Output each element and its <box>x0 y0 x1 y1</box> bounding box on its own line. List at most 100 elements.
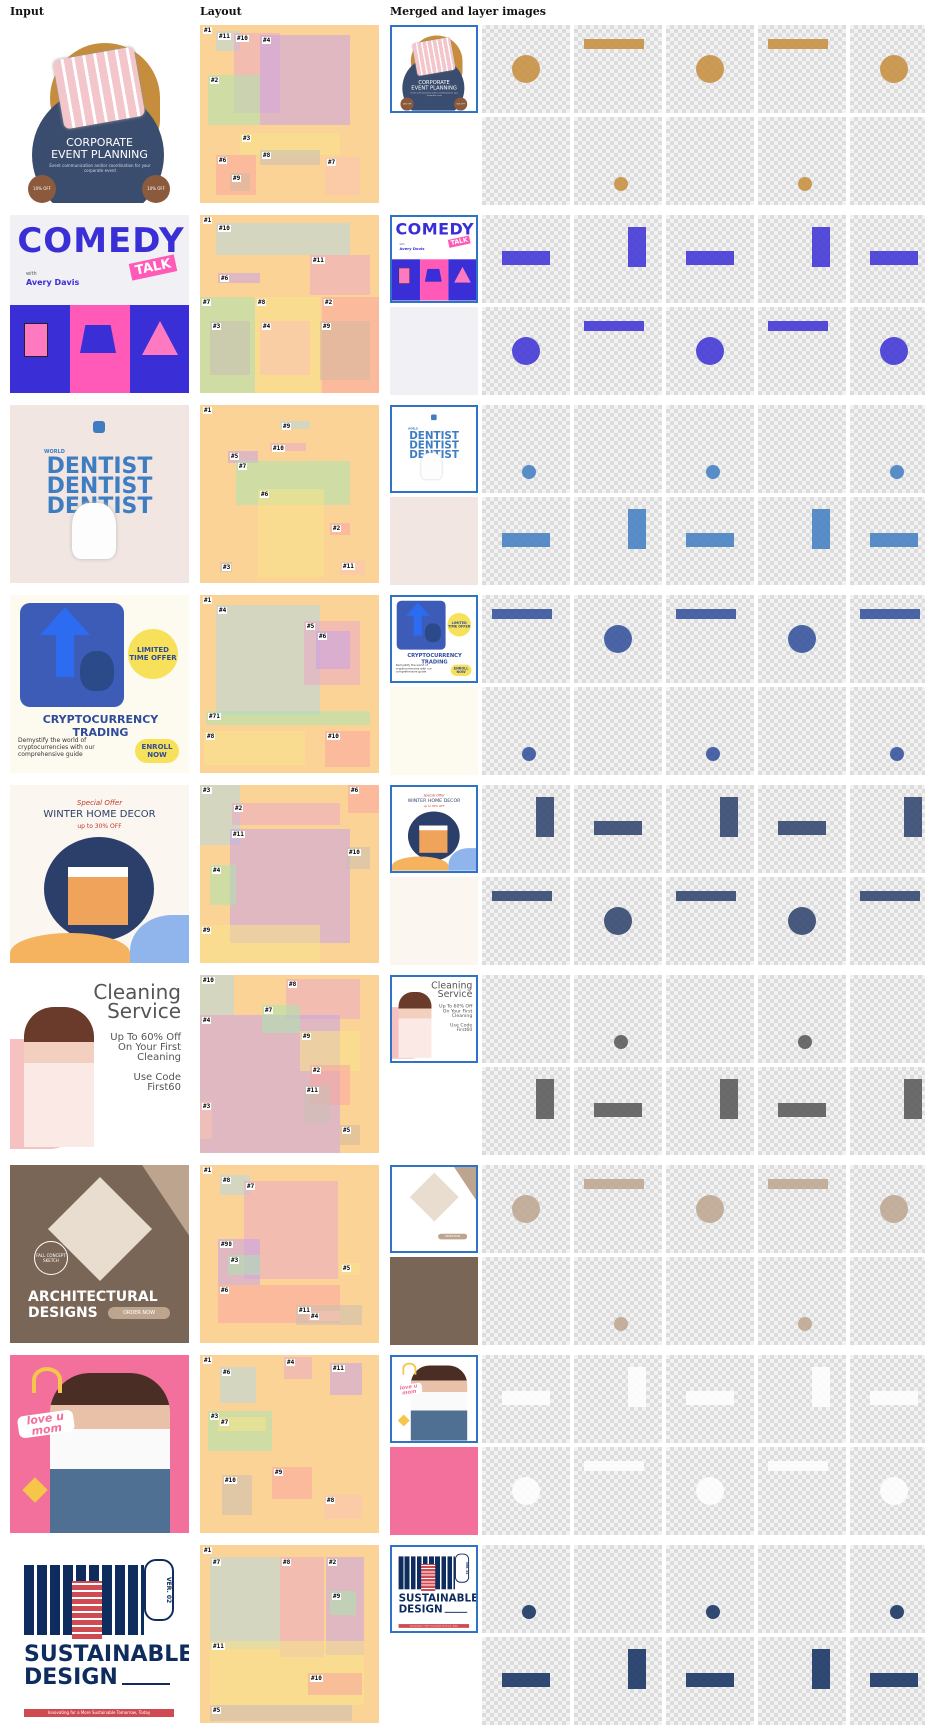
layer-element <box>904 797 922 837</box>
background-layer <box>390 1637 478 1725</box>
special-offer: Special Offer <box>423 793 445 798</box>
merged-thumbnail: love u mom <box>390 1355 478 1443</box>
layer-image <box>758 1447 846 1535</box>
layer-image <box>850 975 925 1063</box>
character-trapezoid <box>80 325 116 353</box>
layer-image <box>850 1257 925 1345</box>
layer-image <box>482 595 570 683</box>
layer-tag: #7 <box>238 463 248 470</box>
layer-tag: #7 <box>208 713 218 720</box>
background-layer <box>390 1447 478 1535</box>
layout-box <box>232 803 340 825</box>
layer-tag: #10 <box>310 1675 323 1682</box>
layout-box <box>200 925 320 963</box>
layer-element <box>584 39 644 49</box>
tooth-illustration <box>421 453 442 480</box>
cleaning-offer: Up To 60% Off On Your First Cleaning <box>110 1032 181 1063</box>
layer-element <box>686 1391 734 1405</box>
merged-render: COMEDY TALK with Avery Davis <box>392 217 476 301</box>
layer-image <box>758 307 846 395</box>
example-row-crypto: LIMITED TIME OFFER CRYPTOCURRENCY TRADING… <box>0 595 925 775</box>
layer-image <box>666 1165 754 1253</box>
layer-tag: #3 <box>230 1257 240 1264</box>
layer-image <box>758 1067 846 1155</box>
layer-element <box>686 533 734 547</box>
merged-render: Special Offer WINTER HOME DECOR up to 30% … <box>392 787 476 871</box>
example-row-cleaning: Cleaning Service Up To 60% Off On Your Fi… <box>0 975 925 1155</box>
layer-tag: #10 <box>327 733 340 740</box>
layer-image <box>850 687 925 775</box>
example-row-architect: FALL CONCEPT SKETCH ARCHITECTURAL DESIGNS… <box>0 1165 925 1345</box>
layer-tag: #10 <box>224 1477 237 1484</box>
calendar-illustration <box>411 37 456 77</box>
layer-element <box>492 891 552 901</box>
layer-tag: #8 <box>257 299 267 306</box>
layer-element <box>860 609 920 619</box>
layout-box <box>210 1557 280 1649</box>
layer-image <box>482 1637 570 1725</box>
layer-image <box>758 1355 846 1443</box>
layer-image <box>666 25 754 113</box>
layer-tag: #7 <box>264 1007 274 1014</box>
merged-thumbnail: Special Offer WINTER HOME DECOR up to 30% … <box>390 785 478 873</box>
example-row-sustainable: VER. 02 SUSTAINABLE DESIGN Innovating for … <box>0 1545 925 1725</box>
orange-wave <box>392 856 449 871</box>
layer-image <box>666 975 754 1063</box>
merged-thumbnail: LIMITED TIME OFFER CRYPTOCURRENCY TRADING… <box>390 595 478 683</box>
event-title: CORPORATE EVENT PLANNING <box>51 136 148 161</box>
layer-element <box>512 337 540 365</box>
layer-tag: #7 <box>327 159 337 166</box>
layer-tag: #11 <box>212 1643 225 1650</box>
layer-image <box>574 1165 662 1253</box>
layer-element <box>614 1317 628 1331</box>
layer-element <box>512 55 540 83</box>
layer-tag: #8 <box>262 152 272 159</box>
layer-image <box>758 405 846 493</box>
layer-tag: #5 <box>342 1265 352 1272</box>
input-image: CORPORATE EVENT PLANNING Event communicat… <box>10 25 189 203</box>
example-row-corporate: CORPORATE EVENT PLANNING Event communicat… <box>0 25 925 205</box>
merged-render: Cleaning Service Up To 60% Off On Your Fi… <box>392 977 476 1061</box>
merged-render: CORPORATE EVENT PLANNING Event communicat… <box>392 27 476 111</box>
order-button: ORDER NOW <box>438 1233 468 1240</box>
crypto-subtitle: Demystify the world of cryptocurrencies … <box>18 737 95 758</box>
layer-image <box>574 25 662 113</box>
merged-column-header: Merged and layer images <box>390 5 546 18</box>
input-column-header: Input <box>10 5 44 18</box>
crypto-subtitle: Demystify the world of cryptocurrencies … <box>395 663 432 674</box>
layer-tag: #5 <box>306 623 316 630</box>
layer-tag: #6 <box>220 1287 230 1294</box>
layer-element <box>536 1079 554 1119</box>
layer-tag: #2 <box>312 1067 322 1074</box>
merged-thumbnail: CORPORATE EVENT PLANNING Event communicat… <box>390 25 478 113</box>
layer-element <box>584 321 644 331</box>
layer-tag: #4 <box>262 323 272 330</box>
layout-box <box>210 1705 352 1721</box>
layer-image <box>758 595 846 683</box>
layout-box <box>216 223 350 255</box>
layer-element <box>798 1317 812 1331</box>
layer-image <box>666 785 754 873</box>
layer-image <box>482 1067 570 1155</box>
layer-element <box>628 227 646 267</box>
badge-right: 10% OFF <box>142 175 170 203</box>
host-name: Avery Davis <box>399 246 425 251</box>
background-layer <box>390 877 478 965</box>
concept-badge: FALL CONCEPT SKETCH <box>403 1202 420 1219</box>
layer-image <box>758 1637 846 1725</box>
character-rect <box>398 267 410 284</box>
layer-tag: #3 <box>202 787 212 794</box>
layer-image <box>850 215 925 303</box>
layer-image <box>666 877 754 965</box>
layer-image <box>574 1355 662 1443</box>
layer-image <box>574 215 662 303</box>
layer-tag: #5 <box>230 453 240 460</box>
layer-image <box>666 595 754 683</box>
layer-element <box>880 55 908 83</box>
layer-element <box>890 747 904 761</box>
event-subtitle: Event communication and/or coordination … <box>49 163 151 173</box>
layer-tag: #4 <box>286 1359 296 1366</box>
merged-thumbnail: VER. 02 SUSTAINABLE DESIGN Innovating for … <box>390 1545 478 1633</box>
mother-child-photo <box>410 1365 468 1441</box>
input-image: FALL CONCEPT SKETCH ARCHITECTURAL DESIGNS… <box>10 1165 189 1343</box>
